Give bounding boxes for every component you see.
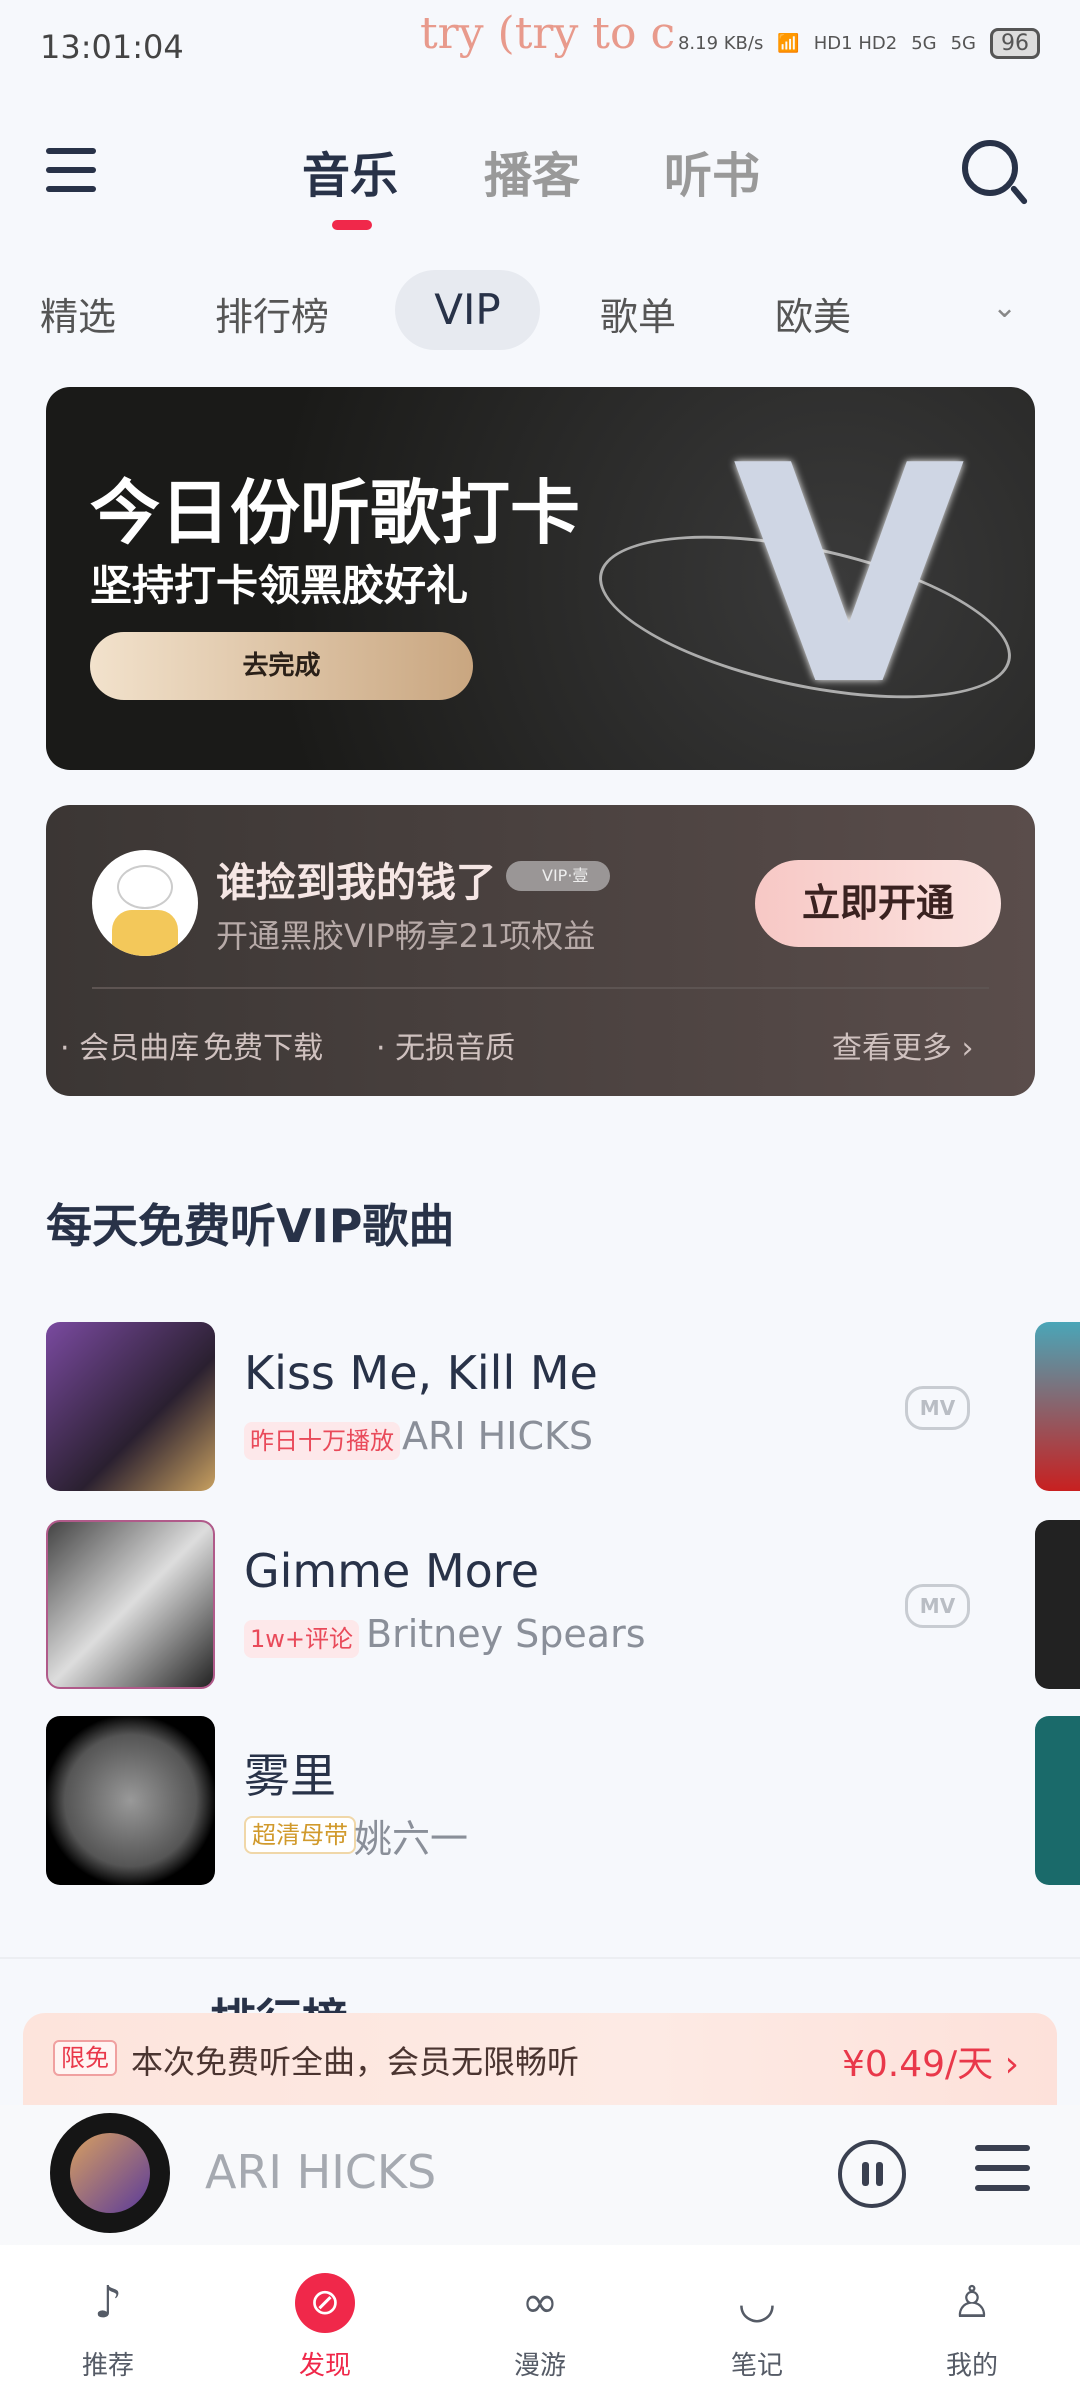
see-more-link[interactable]: 查看更多 › <box>832 1023 974 1067</box>
nav-discover[interactable]: ⊘ 发现 <box>255 2245 395 2400</box>
perk-library: · 会员曲库 <box>60 1031 200 1066</box>
mv-icon[interactable]: MV <box>905 1584 970 1628</box>
divider <box>0 1957 1080 1959</box>
username: 谁捡到我的钱了 <box>216 860 496 906</box>
chevron-down-icon[interactable]: ⌄ <box>992 290 1017 325</box>
now-playing-artist: ARI HICKS <box>205 2145 437 2199</box>
compass-icon: ⊘ <box>295 2273 355 2333</box>
bottom-nav: ♪ 推荐 ⊘ 发现 ∞ 漫游 ◡ 笔记 ♙ 我的 <box>0 2245 1080 2400</box>
open-vip-button[interactable]: 立即开通 <box>755 860 1001 947</box>
song-tag: 1w+评论 <box>244 1620 360 1658</box>
now-playing-disc[interactable] <box>50 2113 170 2233</box>
category-playlists[interactable]: 歌单 <box>600 286 676 341</box>
go-complete-button[interactable]: 去完成 <box>90 632 473 700</box>
tab-audiobook[interactable]: 听书 <box>664 136 760 206</box>
netease-logo-icon: ♪ <box>93 2277 123 2328</box>
section-title: 每天免费听VIP歌曲 <box>46 1199 455 1253</box>
song-row[interactable]: Kiss Me, Kill Me 昨日十万播放 ARI HICKS MV <box>0 1322 1080 1492</box>
signal-icon: 5G <box>911 33 937 54</box>
song-artist: Britney Spears <box>366 1612 646 1656</box>
vip-subtitle: 开通黑胶VIP畅享21项权益 <box>216 917 596 955</box>
category-western[interactable]: 欧美 <box>775 286 851 341</box>
banner-subtitle: 坚持打卡领黑胶好礼 <box>90 561 469 610</box>
album-cover <box>46 1322 215 1491</box>
checkin-banner[interactable]: V 今日份听歌打卡 坚持打卡领黑胶好礼 去完成 <box>46 387 1035 770</box>
song-title: Kiss Me, Kill Me <box>244 1346 598 1400</box>
clock: 13:01:04 <box>40 28 184 66</box>
song-title: Gimme More <box>244 1544 540 1598</box>
pause-icon[interactable] <box>838 2140 906 2208</box>
album-cover <box>46 1716 215 1885</box>
album-cover-next[interactable] <box>1035 1716 1080 1885</box>
song-tag: 超清母带 <box>244 1816 356 1854</box>
tab-indicator <box>332 220 372 230</box>
song-artist: ARI HICKS <box>402 1414 594 1458</box>
nav-roam[interactable]: ∞ 漫游 <box>470 2245 610 2400</box>
vip-v-logo: V <box>732 402 965 751</box>
avatar[interactable] <box>92 850 198 956</box>
song-tag: 昨日十万播放 <box>244 1422 400 1460</box>
divider <box>92 987 989 989</box>
mini-player[interactable]: ARI HICKS <box>0 2105 1080 2245</box>
lyrics-ticker: try (try to c <box>420 8 676 59</box>
promo-price[interactable]: ¥0.49/天 › <box>842 2035 1019 2087</box>
free-listen-promo[interactable]: 限免 本次免费听全曲，会员无限畅听 ¥0.49/天 › <box>23 2013 1057 2105</box>
playlist-icon[interactable] <box>975 2145 1030 2205</box>
radio-icon: ∞ <box>521 2277 559 2328</box>
wifi-icon: 📶 <box>777 33 800 54</box>
album-cover-next[interactable] <box>1035 1520 1080 1689</box>
song-row[interactable]: 雾里 超清母带 姚六一 <box>0 1716 1080 1886</box>
perk-lossless: · 无损音质 <box>376 1031 516 1066</box>
promo-text: 本次免费听全曲，会员无限畅听 <box>131 2043 580 2081</box>
tab-podcast[interactable]: 播客 <box>484 136 580 206</box>
status-icons: 8.19 KB/s 📶 HD1 HD2 5G 5G 96 <box>678 28 1040 59</box>
song-artist: 姚六一 <box>354 1817 469 1861</box>
nav-recommend[interactable]: ♪ 推荐 <box>38 2245 178 2400</box>
category-charts[interactable]: 排行榜 <box>215 286 329 341</box>
limited-free-tag: 限免 <box>53 2040 117 2076</box>
tab-music[interactable]: 音乐 <box>302 136 398 206</box>
user-vip-icon: ♙ <box>952 2277 992 2328</box>
album-cover-next[interactable] <box>1035 1322 1080 1491</box>
hd-icon: HD1 HD2 <box>813 33 898 54</box>
banner-title: 今日份听歌打卡 <box>90 472 580 554</box>
album-cover <box>46 1520 215 1689</box>
signal-icon: 5G <box>950 33 976 54</box>
net-speed: 8.19 KB/s <box>677 33 764 54</box>
nav-mine[interactable]: ♙ 我的 <box>902 2245 1042 2400</box>
status-bar: 13:01:04 try (try to c 8.19 KB/s 📶 HD1 H… <box>0 0 1080 90</box>
perk-download: · 免费下载 <box>184 1031 324 1066</box>
vip-level-badge: VIP·壹 <box>506 861 610 891</box>
nav-notes[interactable]: ◡ 笔记 <box>687 2245 827 2400</box>
chat-icon: ◡ <box>737 2277 777 2328</box>
category-vip[interactable]: VIP <box>395 270 540 350</box>
vip-card: 谁捡到我的钱了 VIP·壹 开通黑胶VIP畅享21项权益 立即开通 · 会员曲库… <box>46 805 1035 1096</box>
search-icon[interactable] <box>962 140 1018 196</box>
song-row[interactable]: Gimme More 1w+评论 Britney Spears MV <box>0 1520 1080 1690</box>
menu-icon[interactable] <box>46 148 96 205</box>
battery-icon: 96 <box>990 28 1040 59</box>
category-featured[interactable]: 精选 <box>40 286 116 341</box>
song-title: 雾里 <box>244 1749 336 1803</box>
mv-icon[interactable]: MV <box>905 1386 970 1430</box>
